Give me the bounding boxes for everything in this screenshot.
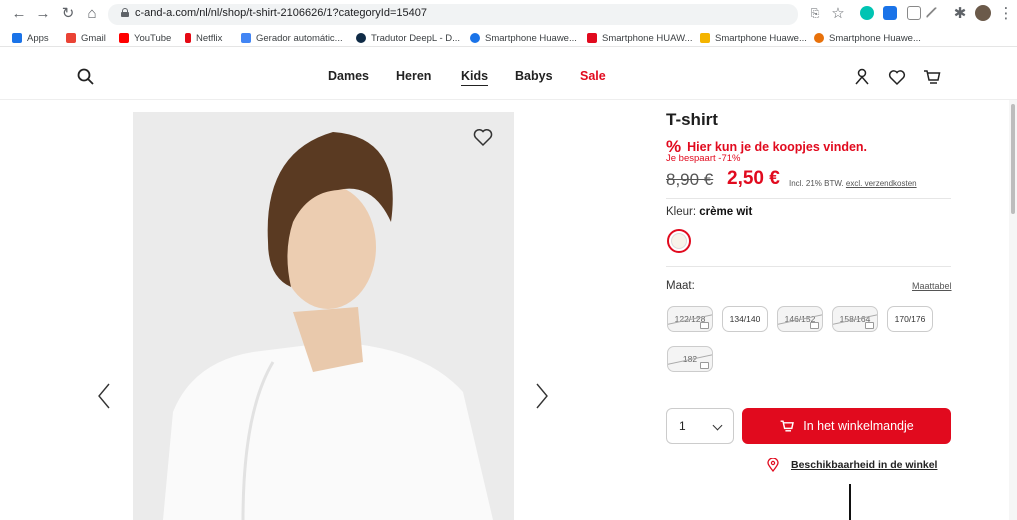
browser-chrome: ← → ↻ ⌂ c-and-a.com/nl/nl/shop/t-shirt-2… [0, 0, 1017, 47]
size-option[interactable]: 170/176 [887, 306, 933, 332]
back-arrow-icon[interactable]: ← [10, 5, 28, 23]
product-image[interactable] [133, 112, 514, 520]
search-icon[interactable] [76, 67, 96, 87]
size-table-link[interactable]: Maattabel [912, 281, 952, 291]
gmail-icon [66, 33, 76, 43]
site-header: Dames Heren Kids Babys Sale [0, 47, 1017, 100]
netflix-icon [185, 33, 191, 43]
boy-in-white-tshirt-image [133, 112, 514, 520]
add-to-wishlist-heart-icon[interactable] [472, 126, 494, 148]
notify-mail-icon [700, 322, 709, 329]
forward-arrow-icon[interactable]: → [34, 5, 52, 23]
url-text[interactable]: c-and-a.com/nl/nl/shop/t-shirt-2106626/1… [135, 7, 427, 19]
tax-note: Incl. 21% BTW. excl. verzendkosten [789, 179, 917, 188]
lock-icon [121, 8, 129, 17]
extension-blue-icon[interactable] [883, 6, 897, 20]
color-value: crème wit [699, 206, 753, 218]
bookmark-deepl[interactable]: Tradutor DeepL - D... [356, 31, 460, 45]
bookmark-youtube[interactable]: YouTube [119, 31, 171, 45]
youtube-icon [119, 33, 129, 43]
bookmark-star-icon[interactable]: ☆ [829, 5, 847, 23]
bookmark-smartphone-2[interactable]: Smartphone HUAW... [587, 31, 692, 45]
profile-avatar-icon[interactable] [975, 5, 991, 21]
cart-icon[interactable] [922, 67, 942, 87]
color-label: Kleur: crème wit [666, 206, 753, 218]
account-icon[interactable] [852, 67, 872, 87]
size-option[interactable]: 122/128 [667, 306, 713, 332]
bookmark-smartphone-3[interactable]: Smartphone Huawe... [700, 31, 807, 45]
site-orange-icon [814, 33, 824, 43]
scrollbar-thumb[interactable] [1011, 104, 1015, 214]
add-to-cart-button[interactable]: In het winkelmandje [742, 408, 951, 444]
address-bar-row: ← → ↻ ⌂ c-and-a.com/nl/nl/shop/t-shirt-2… [0, 0, 1017, 28]
deepl-icon [356, 33, 366, 43]
nav-sale[interactable]: Sale [580, 69, 606, 83]
document-icon [241, 33, 251, 43]
old-price: 8,90 € [666, 170, 714, 189]
chevron-down-icon [712, 420, 723, 431]
size-label: Maat: [666, 280, 695, 292]
nav-heren[interactable]: Heren [396, 69, 431, 83]
nav-dames[interactable]: Dames [328, 69, 369, 83]
home-icon[interactable]: ⌂ [83, 5, 101, 23]
notify-mail-icon [810, 322, 819, 329]
text-cursor [849, 484, 851, 520]
tax-text: Incl. 21% BTW. [789, 179, 844, 188]
translate-icon[interactable]: ⎘ [806, 5, 824, 23]
nav-babys[interactable]: Babys [515, 69, 553, 83]
site-a-icon [470, 33, 480, 43]
bookmark-gerador[interactable]: Gerador automátic... [241, 31, 343, 45]
divider [666, 266, 951, 267]
browser-menu-icon[interactable]: ⋮ [997, 5, 1015, 23]
nav-kids[interactable]: Kids [461, 69, 489, 86]
site-w-icon [587, 33, 597, 43]
extension-pen-icon[interactable] [925, 6, 939, 20]
notify-mail-icon [700, 362, 709, 369]
folder-icon [700, 33, 710, 43]
quantity-select[interactable]: 1 [666, 408, 734, 444]
size-option[interactable]: 146/152 [777, 306, 823, 332]
bookmark-smartphone-1[interactable]: Smartphone Huawe... [470, 31, 577, 45]
size-option[interactable]: 182 [667, 346, 713, 372]
notify-mail-icon [865, 322, 874, 329]
add-to-cart-label: In het winkelmandje [803, 419, 914, 433]
divider [666, 198, 951, 199]
product-title: T-shirt [666, 110, 718, 129]
sale-price: 2,50 € [727, 168, 780, 189]
store-availability-link[interactable]: Beschikbaarheid in de winkel [767, 458, 937, 472]
promo-text: Hier kun je de koopjes vinden. [687, 140, 868, 154]
size-option[interactable]: 158/164 [832, 306, 878, 332]
bookmark-apps[interactable]: Apps [12, 31, 49, 45]
wishlist-heart-icon[interactable] [887, 67, 907, 87]
bookmarks-bar: Apps Gmail YouTube Netflix Gerador autom… [0, 28, 1017, 47]
cart-icon [780, 420, 795, 432]
extension-green-icon[interactable] [860, 6, 874, 20]
shipping-link[interactable]: excl. verzendkosten [846, 179, 917, 188]
bookmark-gmail[interactable]: Gmail [66, 31, 106, 45]
reload-icon[interactable]: ↻ [59, 5, 77, 23]
bookmark-smartphone-4[interactable]: Smartphone Huawe... [814, 31, 921, 45]
puzzle-extensions-icon[interactable]: ✱ [951, 5, 969, 23]
previous-image-arrow-icon[interactable] [97, 382, 111, 410]
extension-camera-icon[interactable] [907, 6, 921, 20]
location-pin-icon [767, 458, 779, 472]
apps-grid-icon [12, 33, 22, 43]
size-option[interactable]: 134/140 [722, 306, 768, 332]
color-swatch-creme-wit[interactable] [667, 229, 691, 253]
saving-text: Je bespaart -71% [666, 153, 741, 164]
quantity-value: 1 [679, 419, 686, 433]
next-image-arrow-icon[interactable] [535, 382, 549, 410]
bookmark-netflix[interactable]: Netflix [185, 31, 222, 45]
